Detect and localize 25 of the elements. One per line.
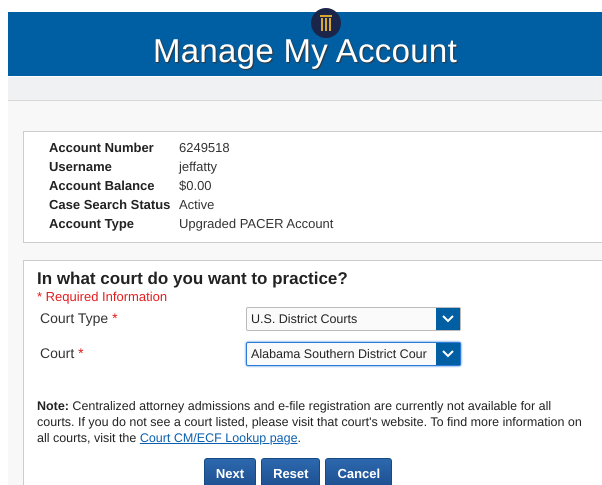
lookup-link[interactable]: Court CM/ECF Lookup page [140, 431, 298, 445]
form-button[interactable]: Reset [261, 458, 320, 485]
caret-icon [436, 343, 460, 365]
page-title: Manage My Account [152, 32, 458, 70]
field-label: Account Number [49, 140, 155, 155]
field-label: Account Balance [49, 178, 156, 193]
required-note: * Required Information [37, 289, 168, 304]
dropdown[interactable]: U.S. District Courts [246, 307, 461, 331]
field-label: Court Type * [39, 310, 119, 326]
field-label: Court * [39, 345, 85, 361]
form-button[interactable]: Cancel [325, 458, 392, 485]
field-value: Active [179, 197, 216, 212]
caret-icon [436, 308, 460, 330]
field-value: 6249518 [179, 140, 231, 155]
note-paragraph: Note: Centralized attorney admissions and e-file registration are currently not available for all courts. If you do not see a court listed, please visit that court's website. To find more information on all courts, visit the Court CM/ECF Lookup page. [37, 398, 583, 446]
form-heading: In what court do you want to practice? [37, 269, 349, 289]
dropdown[interactable]: Alabama Southern District Cour [246, 342, 461, 366]
field-value: jeffatty [179, 159, 218, 174]
field-value: Upgraded PACER Account [179, 216, 334, 231]
field-label: Account Type [49, 216, 135, 231]
field-value: $0.00 [179, 178, 213, 193]
field-label: Username [49, 159, 113, 174]
field-label: Case Search Status [49, 197, 172, 212]
column-logo-icon [311, 8, 341, 38]
form-button[interactable]: Next [204, 458, 256, 485]
